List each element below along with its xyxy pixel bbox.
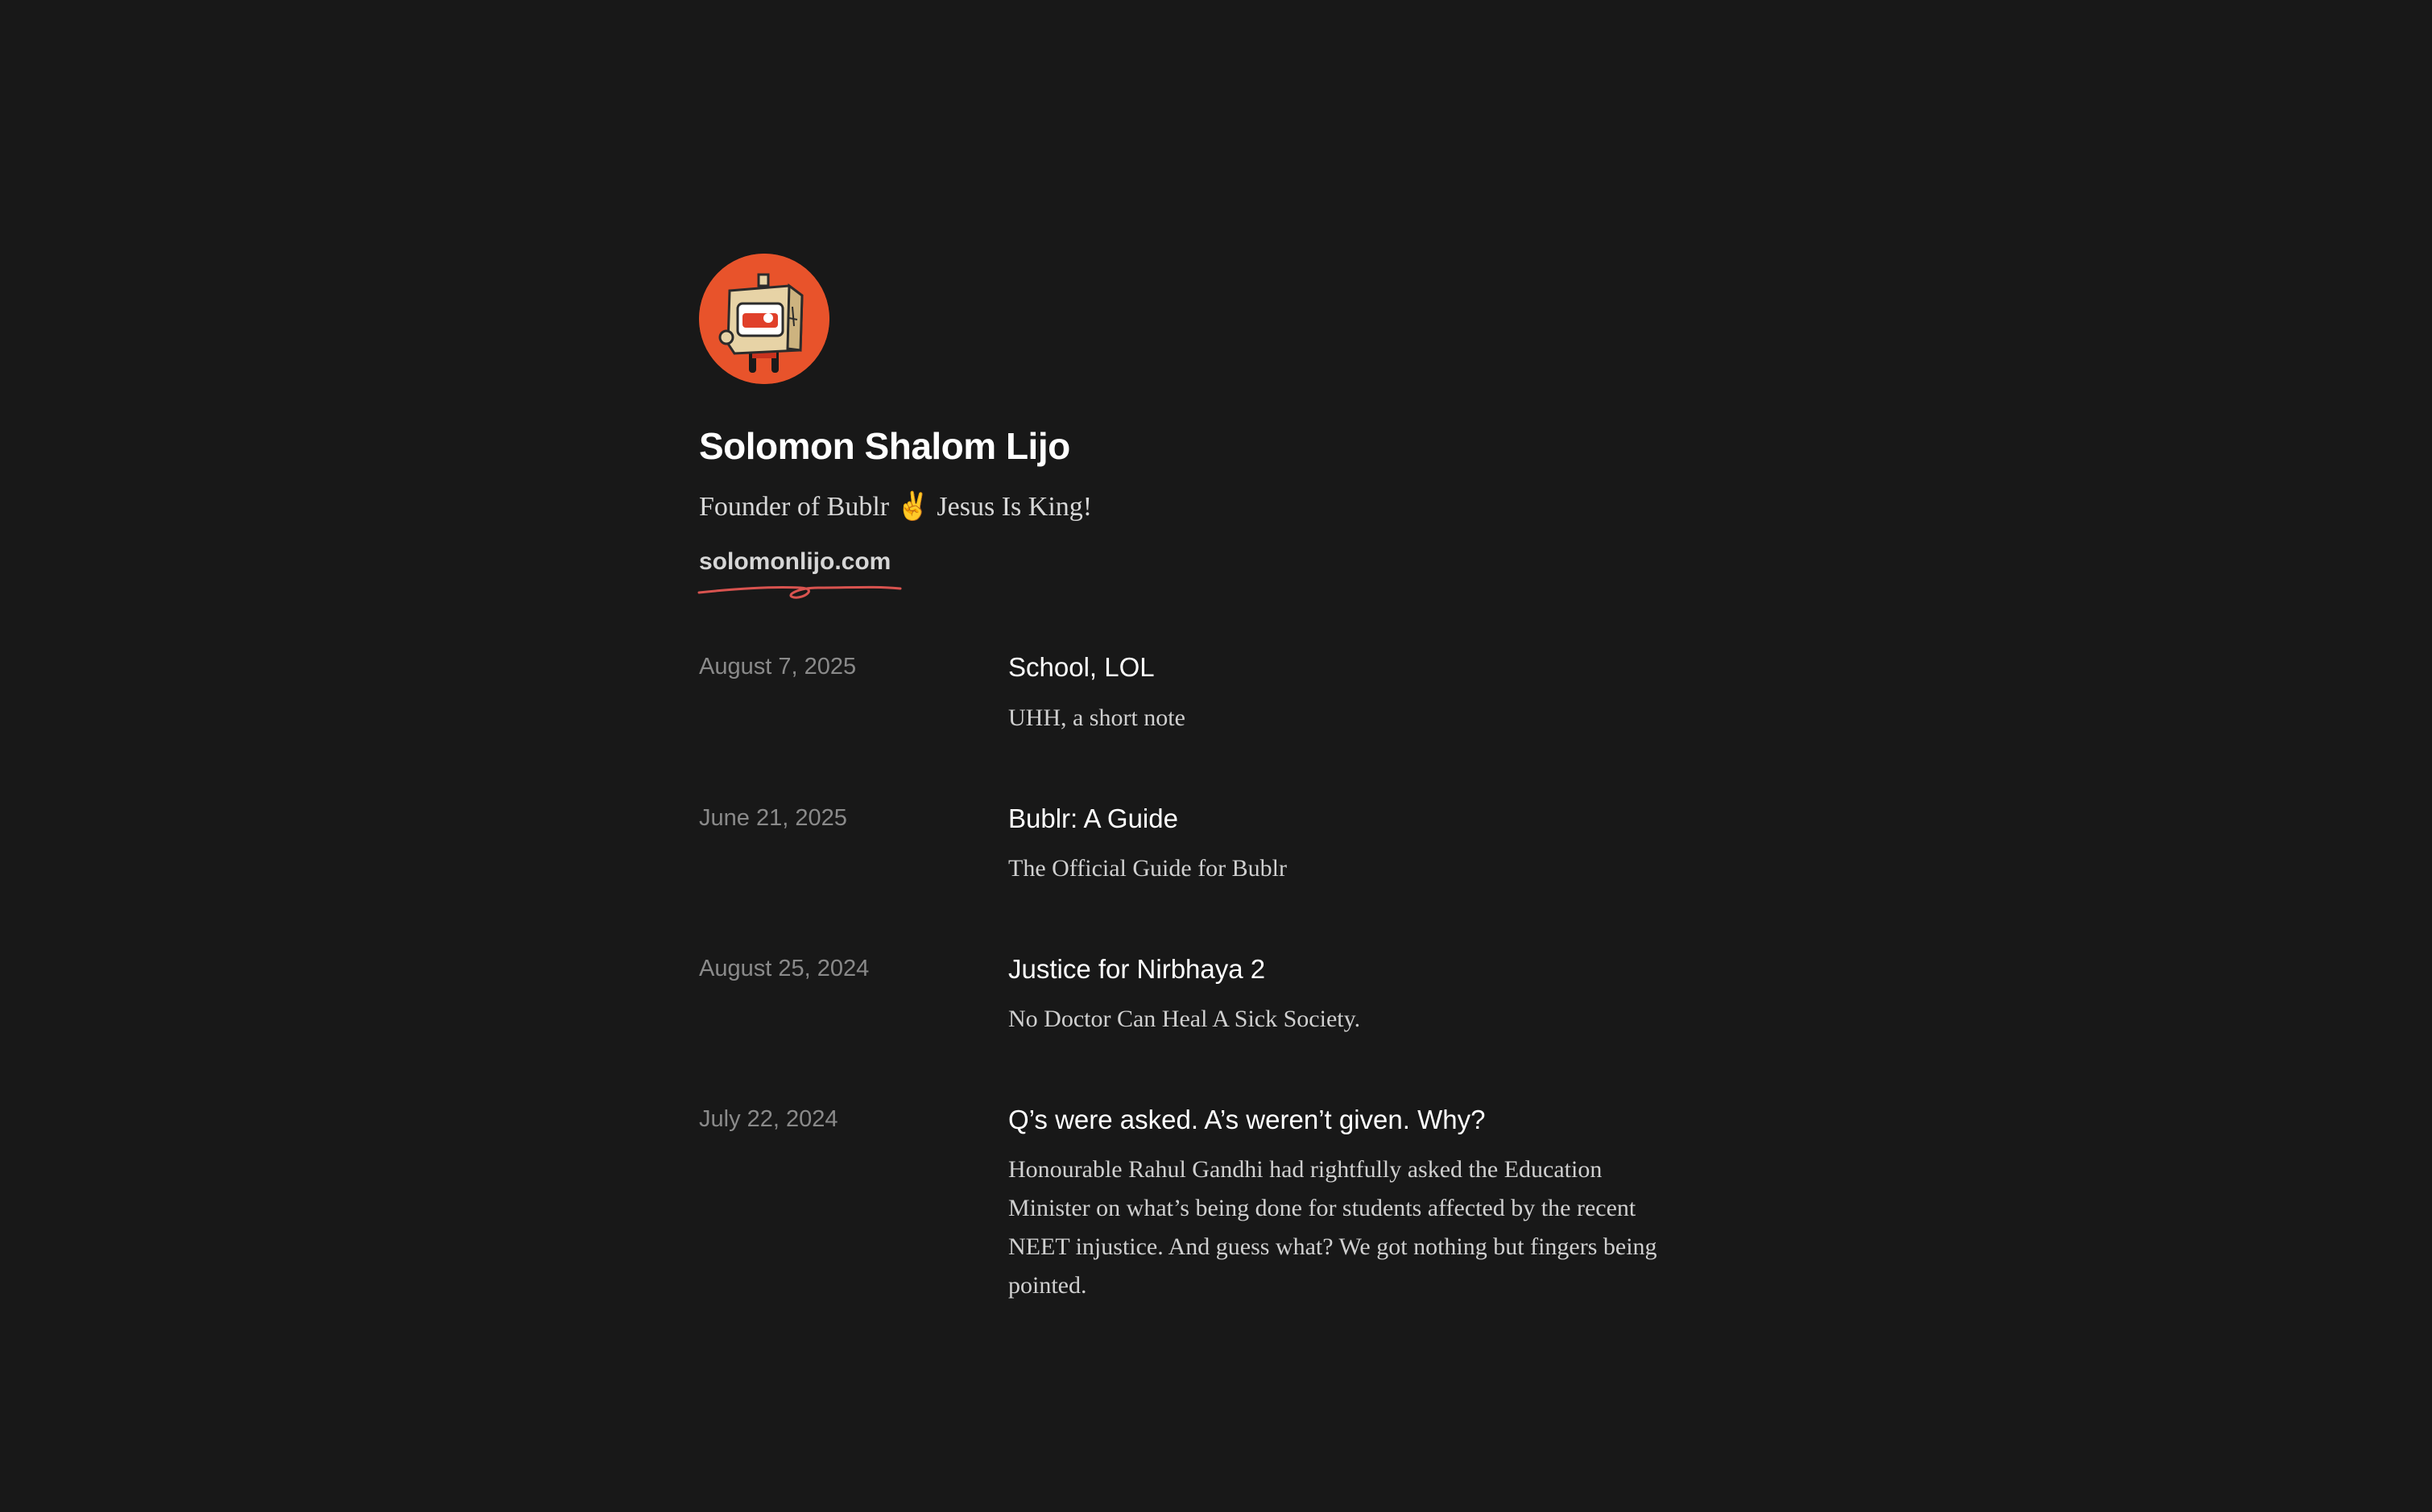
post-title[interactable]: Q’s were asked. A’s weren’t given. Why? bbox=[1008, 1103, 1661, 1136]
post-body: Bublr: A Guide The Official Guide for Bu… bbox=[1008, 802, 1661, 888]
scribble-underline-icon bbox=[697, 586, 902, 599]
profile-bio: Founder of Bublr ✌️ Jesus Is King! bbox=[699, 491, 1093, 522]
post-date: July 22, 2024 bbox=[699, 1106, 838, 1133]
post-description: The Official Guide for Bublr bbox=[1008, 854, 1288, 882]
post-title[interactable]: Justice for Nirbhaya 2 bbox=[1008, 952, 1661, 985]
post-body: Q’s were asked. A’s weren’t given. Why? … bbox=[1008, 1103, 1661, 1305]
post-item[interactable]: June 21, 2025 Bublr: A Guide The Officia… bbox=[699, 802, 1746, 888]
post-description: Honourable Rahul Gandhi had rightfully a… bbox=[1008, 1156, 1657, 1299]
post-body: Justice for Nirbhaya 2 No Doctor Can Hea… bbox=[1008, 952, 1661, 1039]
post-description: No Doctor Can Heal A Sick Society. bbox=[1008, 1006, 1361, 1033]
post-description: UHH, a short note bbox=[1008, 704, 1185, 731]
website-link[interactable]: solomonlijo.com bbox=[699, 547, 891, 576]
robot-box-avatar-icon bbox=[699, 254, 829, 384]
post-date: August 7, 2025 bbox=[699, 654, 857, 680]
website-link-wrapper: solomonlijo.com bbox=[697, 547, 902, 599]
post-list: August 7, 2025 School, LOL UHH, a short … bbox=[699, 651, 1746, 1305]
post-body: School, LOL UHH, a short note bbox=[1008, 651, 1661, 737]
profile-container: Solomon Shalom Lijo Founder of Bublr ✌️ … bbox=[697, 254, 1746, 1369]
post-item[interactable]: August 7, 2025 School, LOL UHH, a short … bbox=[699, 651, 1746, 737]
post-title[interactable]: School, LOL bbox=[1008, 651, 1661, 684]
post-date: August 25, 2024 bbox=[699, 955, 870, 981]
profile-name: Solomon Shalom Lijo bbox=[699, 425, 1070, 467]
post-item[interactable]: August 25, 2024 Justice for Nirbhaya 2 N… bbox=[699, 952, 1746, 1039]
post-title[interactable]: Bublr: A Guide bbox=[1008, 802, 1661, 835]
avatar[interactable] bbox=[699, 254, 829, 384]
post-item[interactable]: July 22, 2024 Q’s were asked. A’s weren’… bbox=[699, 1103, 1746, 1305]
post-date: June 21, 2025 bbox=[699, 804, 847, 831]
